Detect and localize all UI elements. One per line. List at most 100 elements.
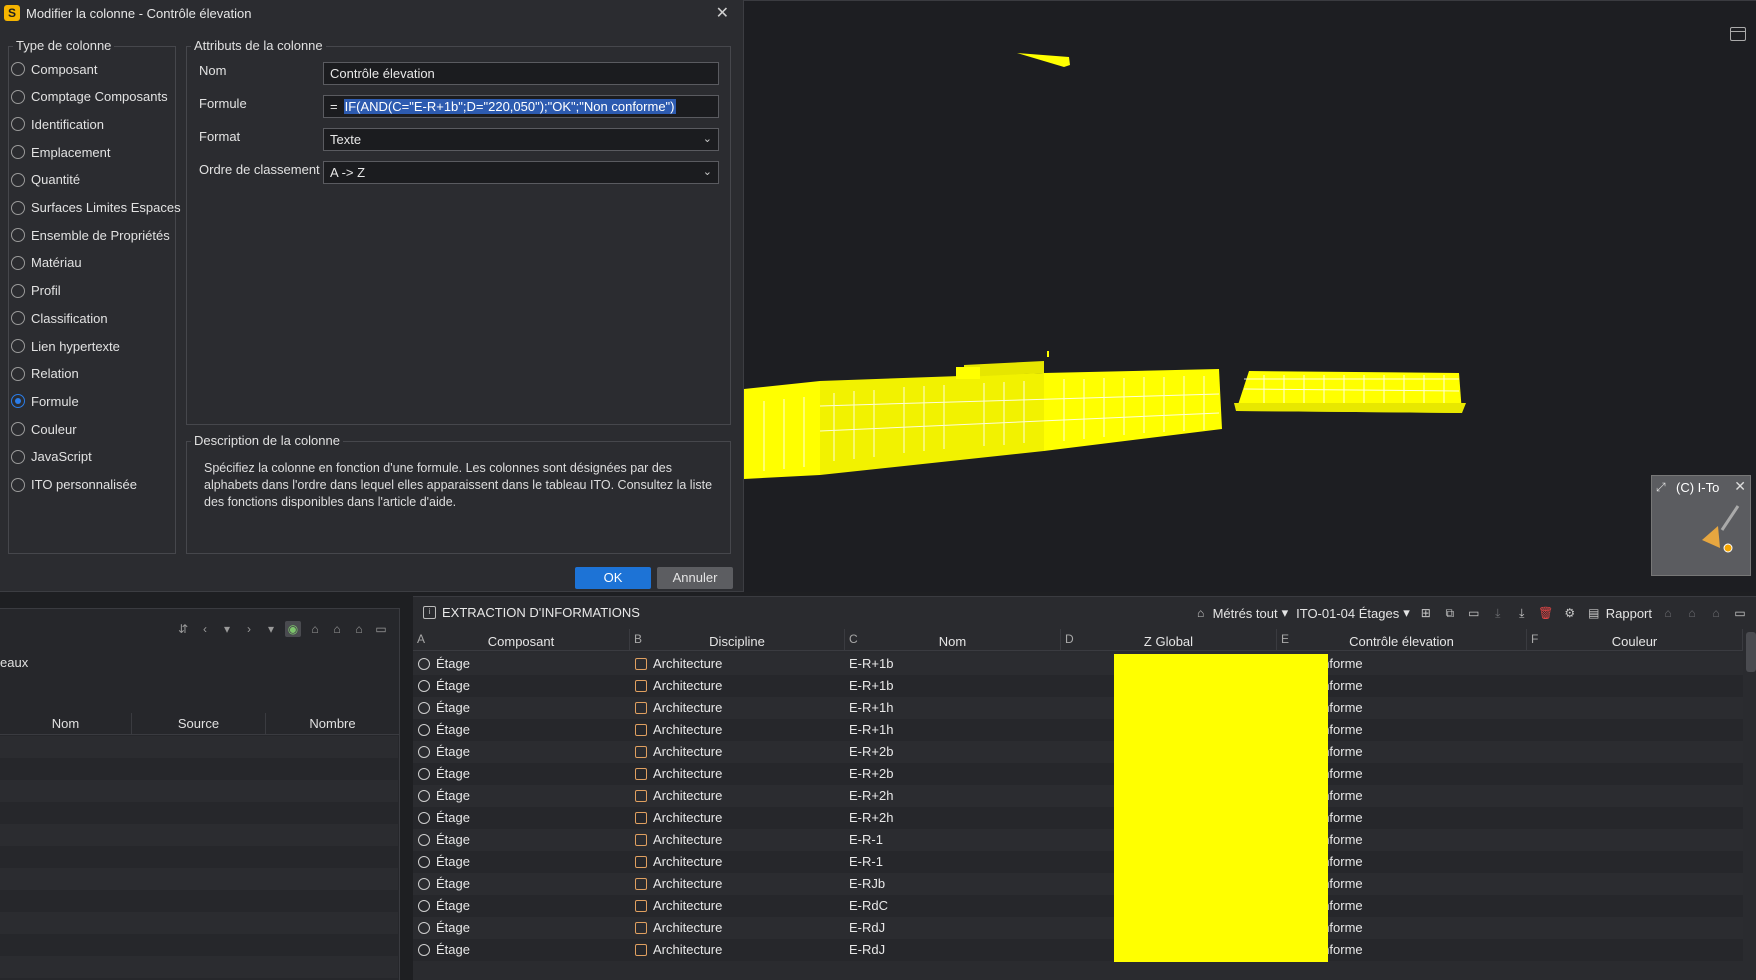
- radio-icon[interactable]: [11, 255, 25, 270]
- new-file-icon[interactable]: ⊞: [1418, 605, 1434, 621]
- report-button[interactable]: ▤ Rapport: [1586, 605, 1652, 621]
- panel-layout-icon[interactable]: [1730, 27, 1746, 41]
- panel-layout-icon[interactable]: ▭: [373, 621, 389, 637]
- column-header-b[interactable]: B Discipline: [630, 629, 845, 651]
- radio-icon[interactable]: [11, 145, 25, 160]
- lock-icon[interactable]: ⌂: [1660, 605, 1676, 621]
- column-type-option[interactable]: Lien hypertexte: [11, 336, 120, 356]
- table-row[interactable]: ÉtageArchitectureE-R+2h225,000 mNon conf…: [413, 785, 1743, 807]
- radio-icon[interactable]: [11, 311, 25, 326]
- dropdown-icon[interactable]: ▾: [263, 621, 279, 637]
- column-header-f[interactable]: F Couleur: [1527, 629, 1743, 651]
- column-header-a[interactable]: A Composant: [413, 629, 630, 651]
- radio-icon[interactable]: [11, 200, 25, 215]
- column-type-option[interactable]: Relation: [11, 364, 79, 384]
- table-row[interactable]: ÉtageArchitectureE-R+1b220,050 mNon conf…: [413, 653, 1743, 675]
- formula-field[interactable]: = IF(AND(C="E-R+1b";D="220,050");"OK";"No…: [323, 95, 719, 118]
- table-row[interactable]: ÉtageArchitectureE-RdC216,500 mNon confo…: [413, 895, 1743, 917]
- table-row[interactable]: ÉtageArchitectureE-R-1212,500 mNon confo…: [413, 829, 1743, 851]
- sort-icon[interactable]: ⇵: [175, 621, 191, 637]
- column-header-c[interactable]: C Nom: [845, 629, 1061, 651]
- radio-icon[interactable]: [11, 62, 25, 76]
- cell-discipline: Architecture: [630, 939, 845, 961]
- column-type-option[interactable]: Profil: [11, 281, 61, 301]
- lock-icon[interactable]: ⌂: [307, 621, 323, 637]
- ito-dropdown[interactable]: ITO-01-04 Étages ▾: [1296, 605, 1410, 621]
- download-icon[interactable]: ⤓: [1514, 605, 1530, 621]
- radio-icon[interactable]: [11, 394, 25, 409]
- radio-icon[interactable]: [11, 477, 25, 492]
- trash-icon[interactable]: 🗑: [1538, 605, 1554, 621]
- sort-order-select[interactable]: A -> Z ⌄: [323, 161, 719, 184]
- radio-icon[interactable]: [11, 449, 25, 464]
- radio-icon[interactable]: [11, 283, 25, 298]
- table-row[interactable]: ÉtageArchitectureE-R+2h225,000 mNon conf…: [413, 807, 1743, 829]
- column-type-option[interactable]: Surfaces Limites Espaces: [11, 198, 181, 218]
- column-type-option[interactable]: Couleur: [11, 419, 77, 439]
- 3d-viewport[interactable]: ⤢ (C) I-To ✕: [744, 0, 1756, 592]
- dropdown-icon[interactable]: ▾: [219, 621, 235, 637]
- name-field[interactable]: [323, 62, 719, 85]
- expand-icon[interactable]: ⤢: [1656, 480, 1666, 495]
- column-type-option[interactable]: Quantité: [11, 170, 80, 190]
- close-icon[interactable]: ✕: [1734, 478, 1746, 495]
- vertical-scrollbar[interactable]: [1746, 632, 1756, 672]
- close-icon[interactable]: ✕: [716, 3, 729, 23]
- column-header-source[interactable]: Source: [132, 713, 266, 735]
- column-type-option[interactable]: Emplacement: [11, 142, 110, 162]
- radio-icon[interactable]: [11, 366, 25, 381]
- metres-dropdown[interactable]: ⌂ Métrés tout ▾: [1193, 605, 1288, 621]
- cell-composant: Étage: [413, 697, 630, 719]
- radio-icon[interactable]: [11, 172, 25, 187]
- column-type-option[interactable]: Ensemble de Propriétés: [11, 225, 170, 245]
- column-type-option[interactable]: Identification: [11, 114, 104, 134]
- table-row[interactable]: ÉtageArchitectureE-R+2b224,000 mNon conf…: [413, 763, 1743, 785]
- table-row[interactable]: ÉtageArchitectureE-R+2b224,000 mNon conf…: [413, 741, 1743, 763]
- column-type-option[interactable]: Classification: [11, 308, 108, 328]
- column-header-nom[interactable]: Nom: [0, 713, 132, 735]
- download-icon[interactable]: ⤓: [1490, 605, 1506, 621]
- radio-icon[interactable]: [11, 339, 25, 353]
- chevron-left-icon[interactable]: ‹: [197, 621, 213, 637]
- radio-icon[interactable]: [11, 117, 25, 132]
- ok-button[interactable]: OK: [575, 567, 651, 589]
- cell-nom: E-RJb: [845, 873, 1061, 895]
- table-row[interactable]: ÉtageArchitectureE-R+1h221,050 mNon conf…: [413, 719, 1743, 741]
- duplicate-icon[interactable]: ⧉: [1442, 605, 1458, 621]
- column-type-option[interactable]: Matériau: [11, 253, 82, 273]
- cancel-button[interactable]: Annuler: [657, 567, 733, 589]
- gear-icon[interactable]: ⚙: [1562, 605, 1578, 621]
- column-type-option[interactable]: Comptage Composants: [11, 87, 168, 107]
- chevron-right-icon[interactable]: ›: [241, 621, 257, 637]
- column-type-option[interactable]: JavaScript: [11, 447, 92, 467]
- column-type-option[interactable]: Formule: [11, 391, 79, 411]
- table-row[interactable]: ÉtageArchitectureE-R+1b220,050 mNon conf…: [413, 675, 1743, 697]
- table-row[interactable]: ÉtageArchitectureE-R+1h221,050 mNon conf…: [413, 697, 1743, 719]
- nav-cube[interactable]: ⤢ (C) I-To ✕: [1651, 475, 1751, 576]
- cell-composant: Étage: [413, 851, 630, 873]
- table-row[interactable]: ÉtageArchitectureE-RdJ216,500 mNon confo…: [413, 939, 1743, 961]
- storey-icon: [418, 900, 430, 912]
- column-type-option[interactable]: Composant: [11, 59, 97, 79]
- cell-text: Architecture: [653, 876, 723, 891]
- column-header-nombre[interactable]: Nombre: [266, 713, 400, 735]
- cell-discipline: Architecture: [630, 653, 845, 675]
- panel-layout-icon[interactable]: ▭: [1732, 605, 1748, 621]
- radio-icon[interactable]: [11, 422, 25, 437]
- lock-icon[interactable]: ⌂: [329, 621, 345, 637]
- format-select[interactable]: Texte ⌄: [323, 128, 719, 151]
- lock-icon[interactable]: ⌂: [1684, 605, 1700, 621]
- radio-icon[interactable]: [11, 228, 25, 243]
- lock-icon[interactable]: ⌂: [1708, 605, 1724, 621]
- folder-icon[interactable]: ▭: [1466, 605, 1482, 621]
- column-type-option[interactable]: ITO personnalisée: [11, 475, 137, 495]
- table-row[interactable]: ÉtageArchitectureE-RJb215,500 mNon confo…: [413, 873, 1743, 895]
- table-row[interactable]: ÉtageArchitectureE-R-1214,000 mNon confo…: [413, 851, 1743, 873]
- table-row[interactable]: ÉtageArchitectureE-RdJ215,500 mNon confo…: [413, 917, 1743, 939]
- filter-active-icon[interactable]: ◉: [285, 621, 301, 637]
- column-header-d[interactable]: DZ Global: [1061, 629, 1277, 651]
- column-header-e[interactable]: E Contrôle élevation: [1277, 629, 1527, 651]
- lock-icon[interactable]: ⌂: [351, 621, 367, 637]
- radio-icon[interactable]: [11, 89, 25, 104]
- column-type-label: Emplacement: [31, 144, 111, 160]
